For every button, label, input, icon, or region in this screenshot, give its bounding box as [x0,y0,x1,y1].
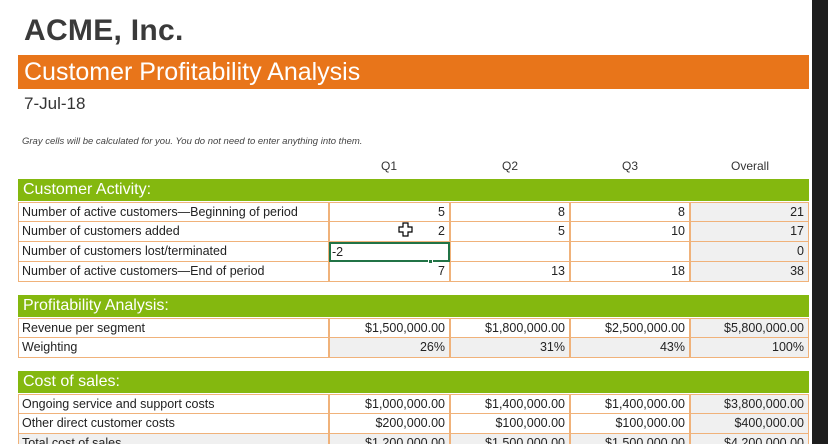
cell-q1[interactable]: 2 [329,222,450,242]
table-row: Number of customers lost/terminated -2 0 [18,242,809,262]
company-name: ACME, Inc. [24,14,184,47]
cell-overall[interactable]: 0 [690,242,809,262]
row-label[interactable]: Number of customers added [18,222,329,242]
cell-select-cursor-icon [398,222,413,237]
cell-q1[interactable]: $1,000,000.00 [329,394,450,414]
row-label[interactable]: Number of active customers—End of period [18,262,329,282]
cell-overall[interactable]: $400,000.00 [690,414,809,434]
row-label[interactable]: Total cost of sales [18,434,329,444]
cell-q1[interactable]: $200,000.00 [329,414,450,434]
cell-q3[interactable]: $2,500,000.00 [570,318,690,338]
cell-overall[interactable]: $4,200,000.00 [690,434,809,444]
section-cost-of-sales: Cost of sales: [18,371,809,393]
table-row: Number of customers added 2 5 10 17 [18,222,809,242]
table-row: Number of active customers—Beginning of … [18,202,809,222]
spreadsheet: ACME, Inc. Customer Profitability Analys… [0,0,812,444]
table-row: Other direct customer costs $200,000.00 … [18,414,809,434]
fill-handle[interactable] [428,259,433,264]
column-header-q3: Q3 [621,159,638,173]
report-title: Customer Profitability Analysis [24,58,361,86]
cell-q3[interactable]: 10 [570,222,690,242]
cell-q2[interactable] [450,242,570,262]
instruction-note: Gray cells will be calculated for you. Y… [22,136,363,147]
cell-q2[interactable]: $1,800,000.00 [450,318,570,338]
cell-q3[interactable] [570,242,690,262]
cell-q3[interactable]: $1,400,000.00 [570,394,690,414]
cell-q1[interactable]: 7 [329,262,450,282]
cell-q2[interactable]: 5 [450,222,570,242]
title-banner: Customer Profitability Analysis [18,55,809,89]
cell-q3[interactable]: 8 [570,202,690,222]
cell-overall[interactable]: 21 [690,202,809,222]
column-header-q2: Q2 [501,159,518,173]
section-heading: Cost of sales: [23,373,120,390]
cell-q2[interactable]: 8 [450,202,570,222]
cell-q1[interactable]: $1,500,000.00 [329,318,450,338]
row-label[interactable]: Number of active customers—Beginning of … [18,202,329,222]
cell-q3[interactable]: 43% [570,338,690,358]
table-row: Ongoing service and support costs $1,000… [18,394,809,414]
cell-q1[interactable]: 26% [329,338,450,358]
cell-overall[interactable]: 17 [690,222,809,242]
table-row: Weighting 26% 31% 43% 100% [18,338,809,358]
cell-q2[interactable]: $1,400,000.00 [450,394,570,414]
row-label[interactable]: Number of customers lost/terminated [18,242,329,262]
section-customer-activity: Customer Activity: [18,179,809,201]
cell-q3[interactable]: $100,000.00 [570,414,690,434]
cell-q1[interactable]: 5 [329,202,450,222]
cell-q3[interactable]: $1,500,000.00 [570,434,690,444]
table-row: Revenue per segment $1,500,000.00 $1,800… [18,318,809,338]
column-header-overall: Overall [730,159,769,173]
cell-q2[interactable]: 13 [450,262,570,282]
cell-q2[interactable]: 31% [450,338,570,358]
cell-overall[interactable]: 38 [690,262,809,282]
row-label[interactable]: Revenue per segment [18,318,329,338]
section-heading: Profitability Analysis: [23,297,169,314]
row-label[interactable]: Ongoing service and support costs [18,394,329,414]
cell-q1[interactable]: $1,200,000.00 [329,434,450,444]
row-label[interactable]: Other direct customer costs [18,414,329,434]
cell-overall[interactable]: $3,800,000.00 [690,394,809,414]
cell-q3[interactable]: 18 [570,262,690,282]
report-date[interactable]: 7-Jul-18 [24,94,85,114]
column-header-q1: Q1 [380,159,397,173]
section-profitability-analysis: Profitability Analysis: [18,295,809,317]
cell-q2[interactable]: $100,000.00 [450,414,570,434]
row-label[interactable]: Weighting [18,338,329,358]
section-heading: Customer Activity: [23,181,152,198]
table-row: Total cost of sales $1,200,000.00 $1,500… [18,434,809,444]
cell-overall[interactable]: $5,800,000.00 [690,318,809,338]
cell-overall[interactable]: 100% [690,338,809,358]
cell-q2[interactable]: $1,500,000.00 [450,434,570,444]
table-row: Number of active customers—End of period… [18,262,809,282]
